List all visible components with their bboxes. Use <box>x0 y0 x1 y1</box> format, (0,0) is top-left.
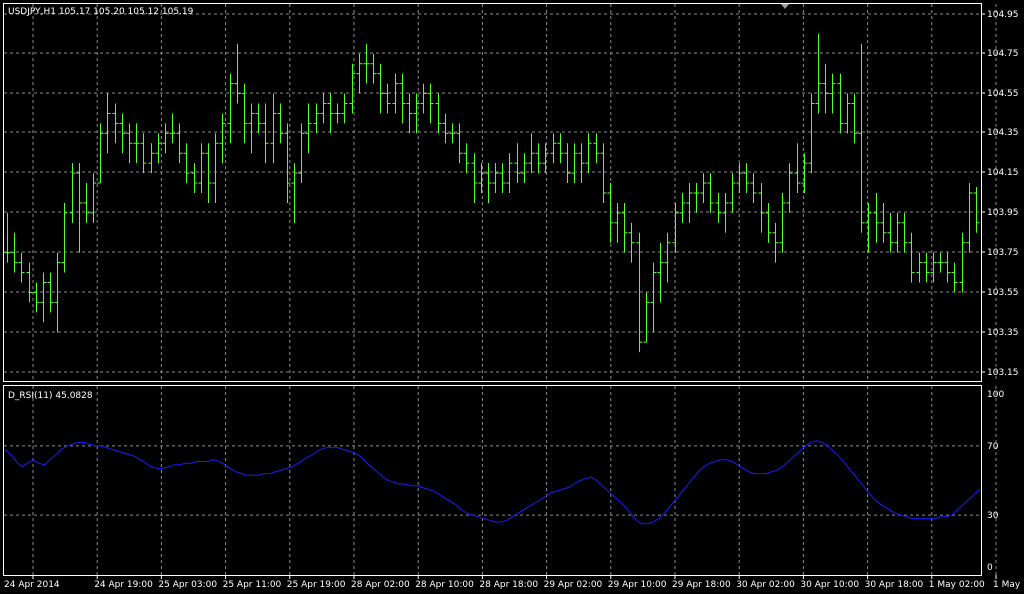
rsi-tick-label: 70 <box>987 442 999 452</box>
time-tick-label: 1 May 02:00 <box>929 580 985 590</box>
time-tick-label: 24 Apr 2014 <box>4 580 60 590</box>
price-tick-label: 104.75 <box>987 49 1019 59</box>
time-tick-label: 29 Apr 02:00 <box>544 580 603 590</box>
price-tick-label: 104.95 <box>987 10 1019 20</box>
rsi-panel-title: D_RSI(11) 45.0828 <box>8 391 93 401</box>
time-tick-label: 29 Apr 10:00 <box>608 580 667 590</box>
rsi-tick-label: 30 <box>987 511 999 521</box>
price-tick-label: 103.75 <box>987 248 1019 258</box>
time-tick-label: 30 Apr 18:00 <box>865 580 924 590</box>
chart-background <box>0 0 1024 594</box>
rsi-tick-label: 100 <box>987 390 1004 400</box>
mt4-chart-window[interactable]: USDJPY,H1 105.17 105.20 105.12 105.19 10… <box>0 0 1024 594</box>
time-tick-label: 25 Apr 11:00 <box>223 580 282 590</box>
time-tick-label: 1 May 10:00 <box>993 580 1024 590</box>
time-tick-label: 25 Apr 19:00 <box>287 580 346 590</box>
time-tick-label: 30 Apr 10:00 <box>800 580 859 590</box>
price-tick-label: 103.15 <box>987 368 1019 378</box>
time-tick-label: 28 Apr 10:00 <box>415 580 474 590</box>
time-tick-label: 29 Apr 18:00 <box>672 580 731 590</box>
time-tick-label: 28 Apr 02:00 <box>351 580 410 590</box>
price-tick-label: 104.55 <box>987 89 1019 99</box>
price-panel-title: USDJPY,H1 105.17 105.20 105.12 105.19 <box>8 7 194 17</box>
time-tick-label: 30 Apr 02:00 <box>736 580 795 590</box>
price-tick-label: 104.15 <box>987 168 1019 178</box>
time-tick-label: 28 Apr 18:00 <box>479 580 538 590</box>
price-tick-label: 103.55 <box>987 288 1019 298</box>
price-tick-label: 103.35 <box>987 328 1019 338</box>
time-tick-label: 25 Apr 03:00 <box>158 580 217 590</box>
price-tick-label: 103.95 <box>987 208 1019 218</box>
price-tick-label: 104.35 <box>987 128 1019 138</box>
time-tick-label: 24 Apr 19:00 <box>94 580 153 590</box>
rsi-tick-label: 0 <box>987 563 993 573</box>
